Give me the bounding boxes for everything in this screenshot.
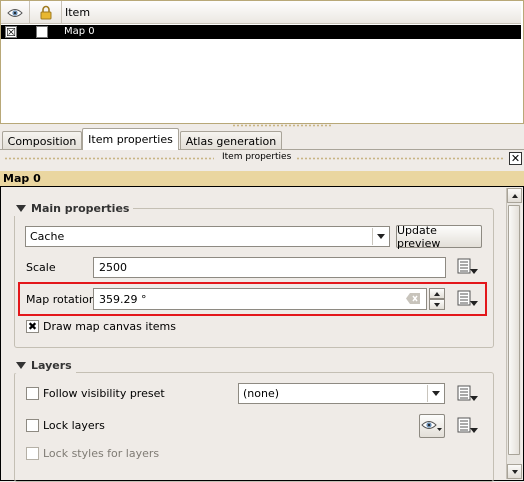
- rotation-value: 359.29 °: [99, 292, 147, 306]
- scroll-up-button[interactable]: [507, 188, 522, 203]
- dock-title-bar: Item properties: [0, 150, 524, 170]
- item-header: Map 0: [0, 171, 524, 186]
- scroll-thumb[interactable]: [508, 205, 520, 455]
- visibility-presets-button[interactable]: [419, 414, 445, 438]
- collapse-arrow-icon: [16, 361, 26, 369]
- scale-input[interactable]: 2500: [93, 257, 446, 278]
- tab-composition[interactable]: Composition: [2, 131, 82, 150]
- lock-checkbox[interactable]: [36, 26, 48, 38]
- lock-styles-checkbox[interactable]: [26, 447, 39, 460]
- select-value: Cache: [30, 230, 65, 243]
- lock-icon: [40, 5, 51, 20]
- vertical-scrollbar[interactable]: [506, 188, 522, 479]
- data-defined-icon[interactable]: [455, 416, 479, 439]
- data-defined-icon[interactable]: [455, 257, 479, 280]
- item-name: Map 0: [64, 26, 95, 37]
- draw-canvas-label: Draw map canvas items: [43, 320, 176, 333]
- lock-column-header[interactable]: [30, 1, 62, 24]
- visibility-checkbox[interactable]: ☒: [5, 26, 17, 38]
- rotation-input[interactable]: 359.29 °: [93, 288, 427, 310]
- lock-styles-label: Lock styles for layers: [43, 447, 160, 460]
- clear-icon[interactable]: [406, 293, 420, 307]
- data-defined-icon[interactable]: [455, 289, 479, 312]
- dock-title: Item properties: [222, 152, 292, 162]
- spin-down-button[interactable]: [429, 299, 445, 310]
- lock-layers-label: Lock layers: [43, 419, 105, 432]
- group-title: Main properties: [31, 201, 130, 215]
- title-grip-left: [4, 157, 214, 160]
- tab-atlas-generation[interactable]: Atlas generation: [180, 131, 282, 150]
- select-value: (none): [243, 387, 280, 400]
- update-preview-button[interactable]: Update preview: [396, 224, 482, 250]
- table-row[interactable]: ☒ Map 0: [1, 25, 521, 39]
- tab-item-properties[interactable]: Item properties: [82, 128, 179, 150]
- items-table-header: Item: [1, 1, 521, 24]
- cache-mode-select[interactable]: Cache: [25, 226, 390, 247]
- scale-label: Scale: [26, 261, 56, 274]
- lock-layers-checkbox[interactable]: [26, 419, 39, 432]
- spin-up-button[interactable]: [429, 288, 445, 299]
- group-title: Layers: [31, 358, 72, 372]
- follow-preset-checkbox[interactable]: [26, 387, 39, 400]
- rotation-label: Map rotation: [26, 293, 96, 306]
- item-column-header[interactable]: Item: [62, 1, 521, 24]
- title-grip-right: [296, 157, 504, 160]
- follow-preset-label: Follow visibility preset: [43, 387, 165, 400]
- collapse-arrow-icon: [16, 204, 26, 212]
- layers-header[interactable]: Layers: [14, 357, 76, 373]
- draw-canvas-checkbox[interactable]: ✖: [26, 320, 39, 333]
- eye-icon: [7, 8, 23, 17]
- splitter-handle[interactable]: [232, 124, 332, 127]
- chevron-down-icon: [427, 385, 443, 402]
- main-properties-header[interactable]: Main properties: [14, 200, 134, 216]
- visibility-column-header[interactable]: [1, 1, 30, 24]
- data-defined-icon[interactable]: [455, 384, 479, 407]
- close-icon[interactable]: ✕: [509, 152, 522, 165]
- preset-select[interactable]: (none): [238, 383, 445, 404]
- eye-icon: [421, 421, 442, 431]
- scroll-down-button[interactable]: [507, 464, 522, 479]
- chevron-down-icon: [372, 228, 388, 245]
